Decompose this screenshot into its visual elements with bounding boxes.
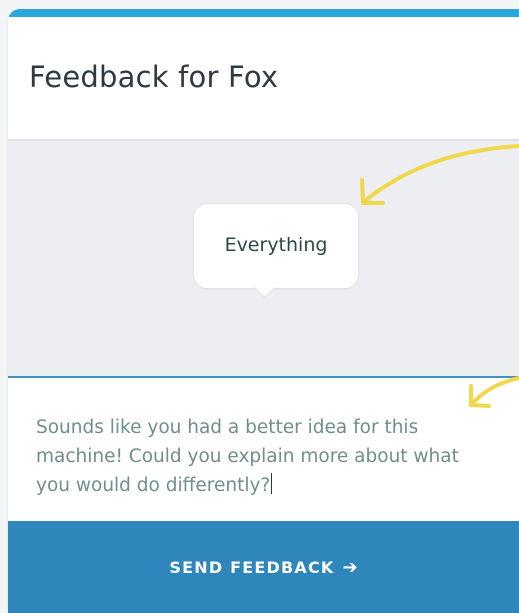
speech-bubble-text: Everything — [224, 234, 328, 256]
annotation-arrow-top-icon — [360, 144, 519, 205]
feedback-text: Sounds like you had a better idea for th… — [36, 413, 486, 500]
send-feedback-label: SEND FEEDBACK — [169, 557, 335, 577]
dialog-header: Feedback for Fox — [8, 17, 519, 141]
top-accent-bar — [8, 9, 519, 17]
send-feedback-button[interactable]: SEND FEEDBACK ➔ — [8, 521, 519, 613]
dialog-title: Feedback for Fox — [29, 60, 279, 94]
speech-bubble: Everything — [193, 203, 359, 299]
annotation-arrow-bottom-icon — [469, 376, 519, 408]
speech-bubble-tail — [253, 276, 276, 299]
feedback-text-content: Sounds like you had a better idea for th… — [36, 417, 459, 496]
text-caret — [271, 473, 273, 494]
arrow-right-icon: ➔ — [342, 556, 358, 578]
feedback-dialog: Feedback for Fox Everything Sounds like … — [8, 9, 519, 613]
feedback-textarea[interactable]: Sounds like you had a better idea for th… — [8, 378, 519, 521]
